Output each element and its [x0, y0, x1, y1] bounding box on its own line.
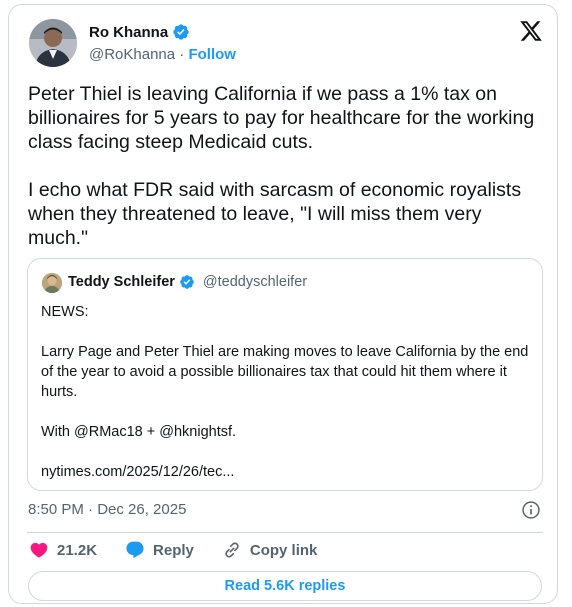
- verified-badge-icon: [173, 24, 189, 40]
- quote-author-name[interactable]: Teddy Schleifer: [68, 274, 175, 290]
- quote-author-row: Teddy Schleifer @teddyschleifer: [68, 274, 307, 290]
- info-icon[interactable]: [521, 500, 541, 520]
- quote-tweet[interactable]: Teddy Schleifer @teddyschleifer NEWS: La…: [27, 258, 543, 491]
- link-icon: [225, 542, 239, 558]
- tweet-text: Peter Thiel is leaving California if we …: [28, 83, 535, 249]
- like-count: 21.2K: [57, 541, 98, 559]
- quote-author-avatar[interactable]: [42, 273, 62, 293]
- divider: [27, 532, 543, 533]
- heart-icon: [30, 542, 48, 558]
- quote-text: NEWS: Larry Page and Peter Thiel are mak…: [41, 304, 529, 480]
- read-replies-button[interactable]: Read 5.6K replies: [28, 571, 542, 601]
- author-handle-row: @RoKhanna · Follow: [89, 46, 236, 63]
- follow-button[interactable]: Follow: [188, 46, 236, 63]
- author-name[interactable]: Ro Khanna: [89, 24, 168, 41]
- reply-button[interactable]: Reply: [125, 540, 194, 560]
- tweet-card: Ro Khanna @RoKhanna · Follow Peter Thiel…: [8, 4, 558, 604]
- copy-link-label: Copy link: [249, 541, 318, 559]
- author-handle[interactable]: @RoKhanna: [89, 46, 175, 63]
- author-name-row: Ro Khanna: [89, 23, 190, 41]
- x-logo-icon[interactable]: [519, 19, 543, 43]
- reply-bubble-icon: [126, 541, 144, 559]
- handle-separator: ·: [179, 46, 185, 63]
- like-button[interactable]: 21.2K: [29, 540, 97, 560]
- reply-label: Reply: [153, 541, 194, 559]
- copy-link-button[interactable]: Copy link: [222, 540, 318, 560]
- tweet-timestamp[interactable]: 8:50 PM · Dec 26, 2025: [28, 501, 186, 518]
- action-bar: 21.2K Reply Copy link: [29, 540, 345, 560]
- quote-author-handle[interactable]: @teddyschleifer: [203, 274, 307, 290]
- verified-badge-icon: [180, 275, 194, 289]
- author-avatar[interactable]: [29, 19, 77, 67]
